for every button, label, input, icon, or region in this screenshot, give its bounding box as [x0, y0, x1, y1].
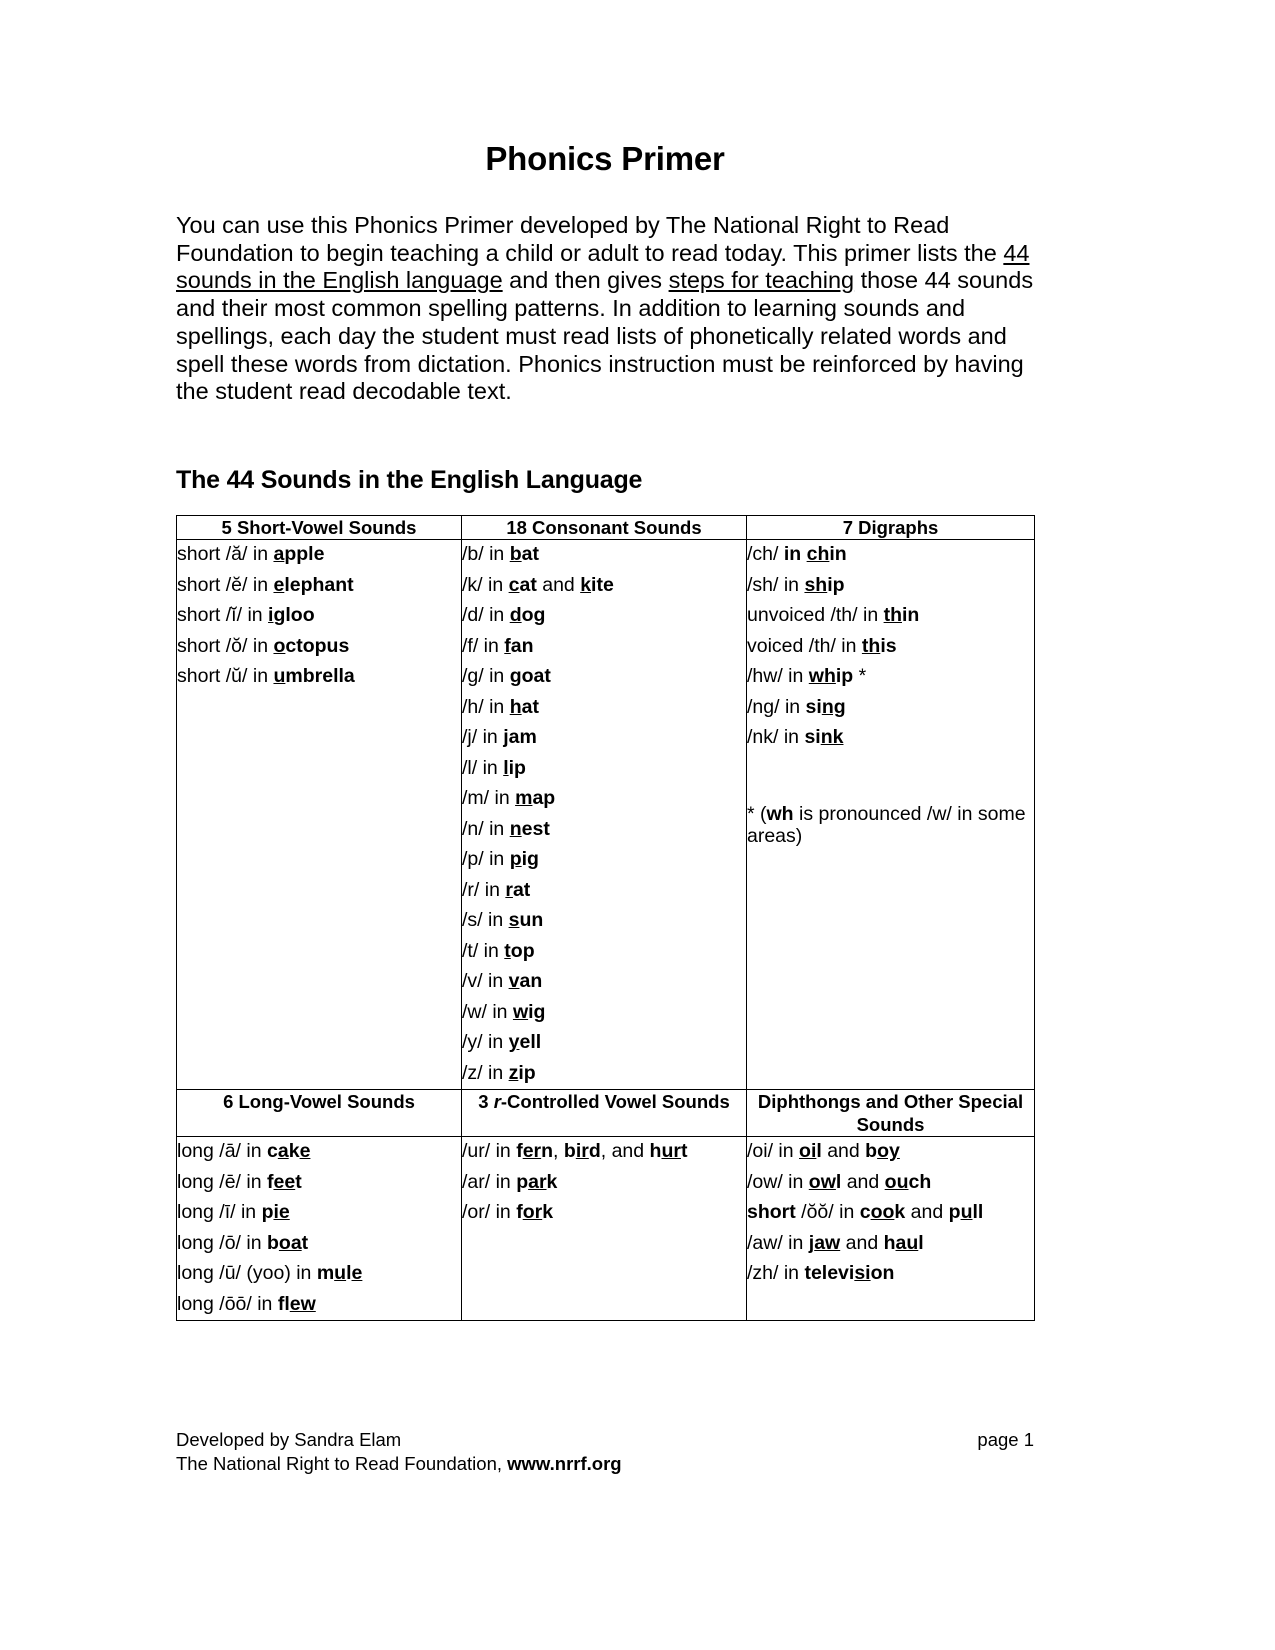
list-item: /zh/ in television: [747, 1262, 895, 1285]
header-consonant-sounds: 18 Consonant Sounds: [461, 514, 747, 540]
list-item: short /ŭ/ in umbrella: [177, 665, 355, 688]
list-item: /ar/ in park: [462, 1170, 558, 1193]
list-item: unvoiced /th/ in thin: [747, 604, 920, 627]
list-item: /n/ in nest: [462, 817, 550, 840]
intro-text-part2: and then gives: [502, 267, 669, 294]
footer-author: Developed by Sandra Elam: [176, 1429, 402, 1450]
list-item: /b/ in bat: [462, 543, 539, 566]
cell-consonants: /b/ in bat /k/ in cat and kite /d/ in do…: [461, 538, 747, 1090]
sounds-table: 5 Short-Vowel Sounds 18 Consonant Sounds…: [176, 514, 1035, 1321]
list-item: /oi/ in oil and boy: [747, 1140, 900, 1163]
cell-r-controlled: /ur/ in fern, bird, and hurt /ar/ in par…: [461, 1135, 747, 1321]
cell-short-vowels: short /ă/ in apple short /ĕ/ in elephant…: [176, 538, 462, 1090]
list-item: long /ū/ (yoo) in mule: [177, 1262, 363, 1285]
list-item: /ow/ in owl and ouch: [747, 1170, 932, 1193]
list-item: /f/ in fan: [462, 634, 534, 657]
cell-diphthongs: /oi/ in oil and boy /ow/ in owl and ouch…: [746, 1135, 1035, 1321]
footer-website-link[interactable]: www.nrrf.org: [507, 1453, 621, 1474]
list-item: /v/ in van: [462, 970, 543, 993]
table-header-row-2: 6 Long-Vowel Sounds 3 r-Controlled Vowel…: [176, 1088, 1035, 1137]
header-r-controlled-vowel-sounds: 3 r-Controlled Vowel Sounds: [461, 1088, 747, 1137]
list-item: /j/ in jam: [462, 726, 537, 749]
list-item: /or/ in fork: [462, 1201, 554, 1224]
header-diphthongs-special-sounds: Diphthongs and Other Special Sounds: [746, 1088, 1035, 1137]
table-body-row-1: short /ă/ in apple short /ĕ/ in elephant…: [176, 538, 1035, 1090]
header-digraphs: 7 Digraphs: [746, 514, 1035, 540]
list-item: /z/ in zip: [462, 1061, 536, 1084]
list-item: long /ā/ in cake: [177, 1140, 311, 1163]
footer-line-2: The National Right to Read Foundation, w…: [176, 1452, 1034, 1476]
table-body-row-2: long /ā/ in cake long /ē/ in feet long /…: [176, 1135, 1035, 1321]
page-footer: Developed by Sandra Elam page 1 The Nati…: [176, 1428, 1034, 1475]
list-item: /r/ in rat: [462, 878, 531, 901]
list-item: short /ŏŏ/ in cook and pull: [747, 1201, 984, 1224]
list-item: short /ŏ/ in octopus: [177, 634, 350, 657]
list-item: long /ē/ in feet: [177, 1170, 302, 1193]
list-item: /k/ in cat and kite: [462, 573, 614, 596]
document-page: Phonics Primer You can use this Phonics …: [0, 0, 1275, 1650]
list-item: /w/ in wig: [462, 1000, 546, 1023]
list-item: /h/ in hat: [462, 695, 539, 718]
list-item: long /ī/ in pie: [177, 1201, 290, 1224]
list-item: /s/ in sun: [462, 909, 544, 932]
list-item: /ch/ in chin: [747, 543, 847, 566]
list-item: short /ĭ/ in igloo: [177, 604, 315, 627]
page-title: Phonics Primer: [485, 140, 725, 177]
list-item: /aw/ in jaw and haul: [747, 1231, 924, 1254]
list-item: /t/ in top: [462, 939, 535, 962]
list-item: long /ō/ in boat: [177, 1231, 309, 1254]
intro-text-part1: You can use this Phonics Primer develope…: [176, 212, 1004, 266]
intro-paragraph: You can use this Phonics Primer develope…: [176, 212, 1034, 406]
header-short-vowel-sounds: 5 Short-Vowel Sounds: [176, 514, 462, 540]
list-item: /l/ in lip: [462, 756, 526, 779]
list-item: /sh/ in ship: [747, 573, 845, 596]
page-content: Phonics Primer You can use this Phonics …: [176, 0, 1035, 1321]
table-header-row-1: 5 Short-Vowel Sounds 18 Consonant Sounds…: [176, 514, 1035, 540]
list-item: /ur/ in fern, bird, and hurt: [462, 1140, 688, 1163]
list-item: /y/ in yell: [462, 1031, 542, 1054]
list-item: /p/ in pig: [462, 848, 539, 871]
list-item: long /ōō/ in flew: [177, 1292, 316, 1315]
list-item: /g/ in goat: [462, 665, 551, 688]
list-item: /m/ in map: [462, 787, 556, 810]
list-item: /nk/ in sink: [747, 726, 844, 749]
list-item: /ng/ in sing: [747, 695, 846, 718]
cell-long-vowels: long /ā/ in cake long /ē/ in feet long /…: [176, 1135, 462, 1321]
header-long-vowel-sounds: 6 Long-Vowel Sounds: [176, 1088, 462, 1137]
footer-organization: The National Right to Read Foundation,: [176, 1452, 508, 1474]
footer-line-1: Developed by Sandra Elam page 1: [176, 1428, 1034, 1452]
list-item: voiced /th/ in this: [747, 634, 897, 657]
section-title: The 44 Sounds in the English Language: [176, 465, 643, 494]
cell-digraphs: /ch/ in chin /sh/ in ship unvoiced /th/ …: [746, 538, 1035, 1090]
list-item: /hw/ in whip *: [747, 665, 867, 688]
page-number: page 1: [977, 1429, 1034, 1450]
digraph-footnote: * (wh is pronounced /w/ in some areas): [747, 802, 1026, 848]
list-item: short /ĕ/ in elephant: [177, 573, 354, 596]
intro-link-steps-for-teaching[interactable]: steps for teaching: [669, 267, 855, 293]
list-item: /d/ in dog: [462, 604, 546, 627]
list-item: short /ă/ in apple: [177, 543, 325, 566]
